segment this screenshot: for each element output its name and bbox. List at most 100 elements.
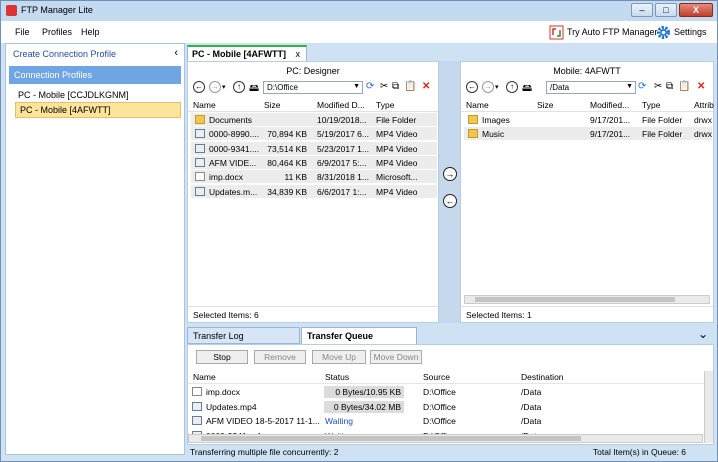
- history-dropdown-icon[interactable]: ▾: [222, 83, 226, 91]
- remote-file-row[interactable]: Music 9/17/201... File Folder drwx: [464, 127, 712, 142]
- remote-hscroll[interactable]: [464, 295, 710, 304]
- queue-progress: 0 Bytes/10.95 KB: [324, 386, 404, 398]
- queue-hscroll-thumb[interactable]: [201, 436, 581, 441]
- local-file-row[interactable]: Updates.m... 34,839 KB 6/6/2017 1:... MP4 V…: [191, 184, 437, 199]
- video-file-icon: [195, 186, 205, 196]
- drive-icon[interactable]: 🖴: [249, 81, 259, 98]
- maximize-button[interactable]: □: [655, 3, 677, 17]
- delete-icon[interactable]: ✕: [422, 81, 430, 92]
- remote-col-modified[interactable]: Modified...: [590, 100, 629, 110]
- close-tab-icon[interactable]: x: [296, 49, 301, 59]
- queue-destination: /Data: [521, 401, 542, 412]
- back-icon[interactable]: ←: [193, 81, 205, 93]
- menu-file[interactable]: File: [15, 27, 30, 37]
- remote-forward-icon[interactable]: →: [482, 81, 494, 93]
- local-path-box[interactable]: D:\Office ▼: [263, 81, 363, 94]
- remote-copy-icon[interactable]: ⧉: [666, 81, 673, 92]
- remote-path-box[interactable]: /Data ▼: [546, 81, 636, 94]
- remote-status: Selected Items: 1: [461, 306, 713, 322]
- queue-col-destination[interactable]: Destination: [521, 372, 564, 382]
- remote-paste-icon[interactable]: 📋: [678, 81, 690, 92]
- remote-refresh-icon[interactable]: ⟳: [638, 81, 646, 92]
- connection-profiles-header: Connection Profiles: [9, 66, 181, 84]
- path-dropdown-icon[interactable]: ▼: [353, 83, 360, 90]
- queue-vscroll[interactable]: [704, 371, 713, 443]
- menu-help[interactable]: Help: [81, 27, 100, 37]
- queue-col-status[interactable]: Status: [325, 372, 349, 382]
- col-size[interactable]: Size: [264, 100, 281, 110]
- file-modified: 9/17/201...: [590, 115, 631, 125]
- col-name[interactable]: Name: [193, 100, 216, 110]
- queue-status: 0 Bytes/34.02 MB: [333, 401, 401, 412]
- remote-path-dropdown-icon[interactable]: ▼: [626, 83, 633, 90]
- minimize-button[interactable]: –: [631, 3, 653, 17]
- file-name: AFM VIDE...: [209, 157, 257, 168]
- remote-up-folder-icon[interactable]: ↑: [506, 81, 518, 93]
- create-connection-profile-link[interactable]: Create Connection Profile: [13, 49, 116, 59]
- remote-file-row[interactable]: Images 9/17/201... File Folder drwx: [464, 113, 712, 127]
- file-name: Documents: [209, 115, 252, 125]
- refresh-icon[interactable]: ⟳: [366, 81, 374, 92]
- queue-hscroll[interactable]: [188, 434, 703, 443]
- upload-arrow-icon[interactable]: →: [443, 167, 457, 181]
- download-arrow-icon[interactable]: ←: [443, 194, 457, 208]
- queue-row[interactable]: AFM VIDEO 18-5-2017 11-1... Waiting D:\Off…: [188, 414, 708, 428]
- remote-delete-icon[interactable]: ✕: [697, 81, 705, 92]
- remote-back-icon[interactable]: ←: [466, 81, 478, 93]
- paste-icon[interactable]: 📋: [404, 81, 416, 92]
- queue-row[interactable]: imp.docx 0 Bytes/10.95 KB D:\Office/Data: [188, 385, 708, 399]
- up-folder-icon[interactable]: ↑: [233, 81, 245, 93]
- copy-icon[interactable]: ⧉: [392, 81, 399, 92]
- session-tab-label: PC - Mobile [4AFWTT]: [192, 49, 286, 59]
- local-file-row[interactable]: 0000-8990.... 70,894 KB 5/19/2017 6... MP4 …: [191, 127, 437, 142]
- window-title: FTP Manager Lite: [21, 5, 93, 15]
- file-name: 0000-8990....: [209, 129, 260, 140]
- auto-ftp-icon: [549, 25, 564, 40]
- local-file-row[interactable]: 0000-9341.... 73,514 KB 5/23/2017 1... MP4 …: [191, 141, 437, 156]
- queue-col-source[interactable]: Source: [423, 372, 450, 382]
- profile-item-ccjdlkgnm[interactable]: PC - Mobile [CCJDLKGNM]: [14, 88, 133, 102]
- settings-button[interactable]: Settings: [656, 25, 707, 40]
- file-size: 34,839 KB: [267, 186, 307, 197]
- remote-cut-icon[interactable]: ✂: [654, 81, 662, 92]
- col-modified[interactable]: Modified D...: [317, 100, 365, 110]
- try-auto-ftp-button[interactable]: Try Auto FTP Manager: [549, 25, 658, 40]
- app-logo-icon: [6, 5, 17, 16]
- local-file-row[interactable]: AFM VIDE... 80,464 KB 6/9/2017 5:... MP4 Vi…: [191, 155, 437, 170]
- profile-item-4afwtt[interactable]: PC - Mobile [4AFWTT]: [15, 102, 181, 118]
- remote-col-name[interactable]: Name: [466, 100, 489, 110]
- file-modified: 9/17/201...: [590, 129, 631, 140]
- title-bar: FTP Manager Lite – □ X: [1, 1, 717, 21]
- move-up-button[interactable]: Move Up: [312, 350, 366, 364]
- local-file-row[interactable]: Documents 10/19/2018... File Folder: [191, 113, 437, 127]
- remove-button[interactable]: Remove: [254, 350, 306, 364]
- remote-history-dropdown-icon[interactable]: ▾: [495, 83, 499, 91]
- remote-col-size[interactable]: Size: [537, 100, 554, 110]
- remote-path-value: /Data: [550, 83, 570, 92]
- collapse-sidebar-icon[interactable]: ‹: [174, 47, 178, 59]
- tab-transfer-log[interactable]: Transfer Log: [187, 327, 300, 344]
- queue-col-name[interactable]: Name: [193, 372, 216, 382]
- forward-icon[interactable]: →: [209, 81, 221, 93]
- video-file-icon: [195, 129, 205, 139]
- file-modified: 5/19/2017 6...: [317, 129, 369, 140]
- menu-profiles[interactable]: Profiles: [42, 27, 72, 37]
- close-window-button[interactable]: X: [679, 3, 713, 17]
- remote-drive-icon[interactable]: 🖴: [522, 81, 532, 98]
- local-file-row[interactable]: imp.docx 11 KB 8/31/2018 1... Microsoft...: [191, 170, 437, 185]
- queue-row[interactable]: Updates.mp4 0 Bytes/34.02 MB D:\Office/Dat…: [188, 400, 708, 414]
- queue-file-name: AFM VIDEO 18-5-2017 11-1...: [206, 416, 320, 426]
- remote-hscroll-thumb[interactable]: [475, 297, 675, 302]
- stop-button[interactable]: Stop: [196, 350, 248, 364]
- tab-transfer-queue[interactable]: Transfer Queue: [301, 327, 417, 344]
- cut-icon[interactable]: ✂: [380, 81, 388, 92]
- video-file-icon: [192, 416, 202, 425]
- expand-panel-icon[interactable]: ⌄: [698, 327, 708, 341]
- remote-col-attrib[interactable]: Attrib: [694, 100, 714, 110]
- move-down-button[interactable]: Move Down: [370, 350, 422, 364]
- col-type[interactable]: Type: [376, 100, 394, 110]
- session-tab[interactable]: PC - Mobile [4AFWTT] x: [187, 45, 307, 61]
- file-name: 0000-9341....: [209, 143, 260, 154]
- remote-col-type[interactable]: Type: [642, 100, 660, 110]
- connection-sidebar: Create Connection Profile ‹ Connection P…: [5, 43, 185, 455]
